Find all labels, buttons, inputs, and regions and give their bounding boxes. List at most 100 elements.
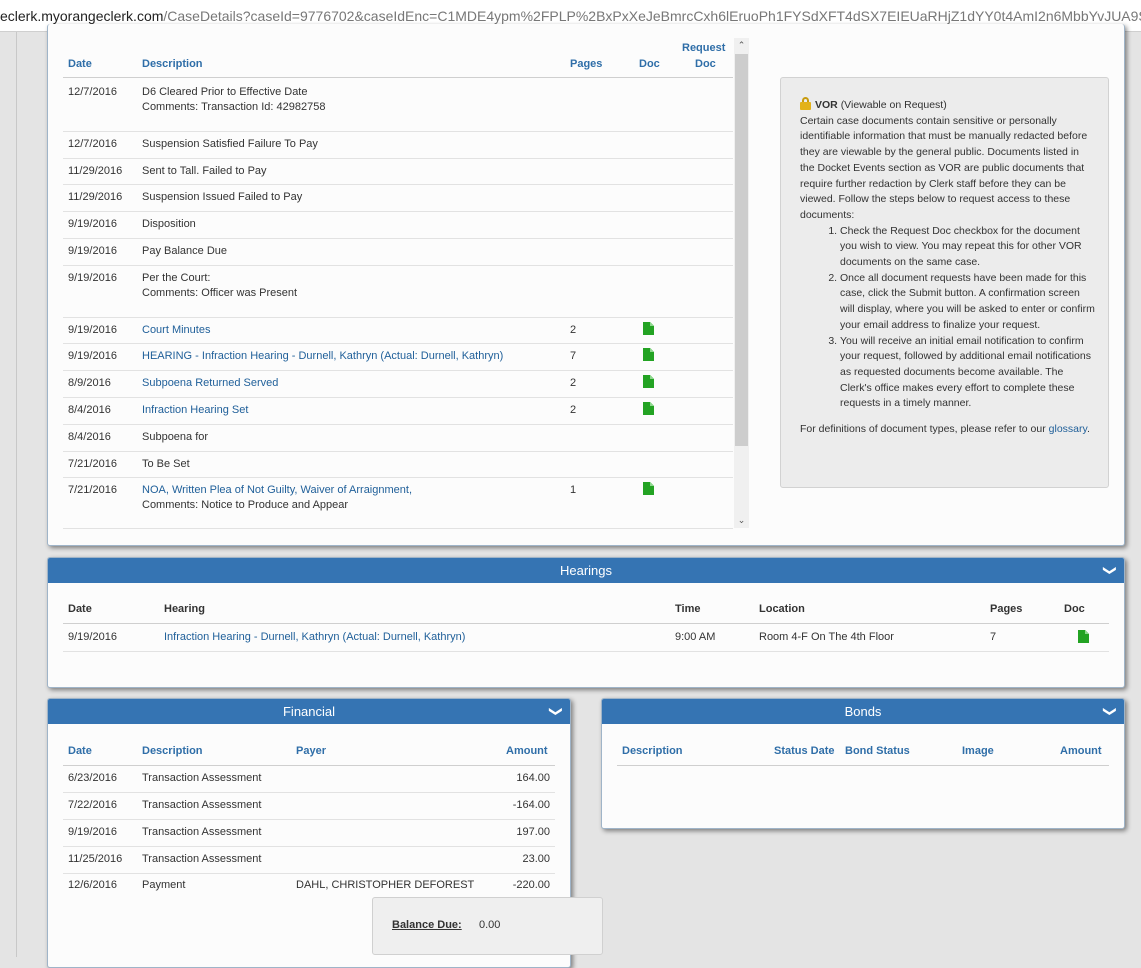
docket-date: 9/19/2016 [68, 218, 117, 230]
bonds-header-description[interactable]: Description [622, 745, 683, 757]
hearing-time: 9:00 AM [675, 631, 716, 643]
hearings-header-date[interactable]: Date [68, 603, 92, 615]
docket-date: 8/4/2016 [68, 431, 111, 443]
vor-info-box: VOR (Viewable on Request) Certain case d… [780, 77, 1109, 488]
financial-header-date[interactable]: Date [68, 745, 92, 757]
financial-description: Payment [142, 879, 186, 891]
scroll-up-arrow-icon[interactable]: ⌃ [734, 38, 749, 53]
balance-due-label: Balance Due: [392, 919, 462, 931]
hearings-header-hearing[interactable]: Hearing [164, 603, 205, 615]
docket-date: 9/19/2016 [68, 272, 117, 284]
glossary-link[interactable]: glossary [1049, 423, 1087, 435]
vor-title: VOR [815, 99, 838, 111]
docket-description: Suspension Issued Failed to Pay [142, 191, 303, 203]
hearing-pages: 7 [990, 631, 997, 643]
docket-date: 7/21/2016 [68, 458, 117, 470]
hearings-header[interactable]: Hearings ❯ [48, 558, 1124, 583]
hearings-title: Hearings [559, 563, 613, 578]
vor-title-line: VOR (Viewable on Request) [800, 97, 1096, 114]
financial-amount: 23.00 [522, 853, 550, 865]
chevron-down-icon[interactable]: ❯ [1098, 565, 1123, 576]
docket-description: D6 Cleared Prior to Effective Date [142, 86, 308, 98]
financial-amount: 164.00 [516, 772, 550, 784]
financial-header-description[interactable]: Description [142, 745, 203, 757]
vor-step: Once all document requests have been mad… [840, 271, 1096, 334]
financial-header-amount[interactable]: Amount [506, 745, 548, 757]
docket-pages: 2 [570, 324, 577, 336]
financial-header-payer[interactable]: Payer [296, 745, 326, 757]
scroll-thumb[interactable] [735, 54, 748, 446]
glossary-pre-text: For definitions of document types, pleas… [800, 423, 1046, 436]
url-path: /CaseDetails?caseId=9776702&caseIdEnc=C1… [163, 8, 1141, 24]
financial-header[interactable]: Financial ❯ [48, 699, 570, 724]
docket-pages: 2 [570, 377, 577, 389]
financial-amount: -220.00 [512, 879, 550, 891]
financial-date: 9/19/2016 [68, 826, 117, 838]
page-left-border [16, 32, 17, 957]
vor-title-suffix: (Viewable on Request) [840, 99, 947, 111]
docket-scrollbar[interactable]: ⌃ ⌄ [734, 38, 749, 528]
row-divider [63, 238, 733, 239]
financial-date: 12/6/2016 [68, 879, 117, 891]
row-divider [63, 158, 733, 159]
bonds-header-status-date[interactable]: Status Date [774, 745, 835, 757]
row-divider [63, 873, 555, 874]
hearings-header-doc[interactable]: Doc [1064, 603, 1085, 615]
docket-description-link[interactable]: Subpoena Returned Served [142, 377, 278, 389]
row-divider [63, 477, 733, 478]
docket-description: Disposition [142, 218, 196, 230]
chevron-down-icon[interactable]: ❯ [544, 706, 569, 717]
vor-glossary-note: For definitions of document types, pleas… [800, 422, 1096, 438]
docket-description-link[interactable]: HEARING - Infraction Hearing - Durnell, … [142, 350, 503, 362]
balance-due-value: 0.00 [479, 919, 501, 931]
bonds-header-amount[interactable]: Amount [1060, 745, 1102, 757]
row-divider [63, 451, 733, 452]
docket-header-date[interactable]: Date [68, 58, 92, 70]
financial-payer: DAHL, CHRISTOPHER DEFOREST [296, 879, 475, 891]
docket-header-pages[interactable]: Pages [570, 58, 602, 70]
hearings-header-location[interactable]: Location [759, 603, 805, 615]
docket-date: 11/29/2016 [68, 165, 123, 177]
row-divider [63, 397, 733, 398]
docket-header-request-doc[interactable]: Doc [695, 58, 716, 70]
docket-description-link[interactable]: Court Minutes [142, 324, 210, 336]
docket-header-request[interactable]: Request [682, 42, 725, 54]
financial-panel: Financial ❯ Balance Due: 0.00 [47, 698, 603, 968]
financial-description: Transaction Assessment [142, 772, 262, 784]
docket-description-link[interactable]: Infraction Hearing Set [142, 404, 248, 416]
docket-date: 8/9/2016 [68, 377, 111, 389]
docket-date: 9/19/2016 [68, 324, 117, 336]
bonds-header-bond-status[interactable]: Bond Status [845, 745, 910, 757]
row-divider [63, 211, 733, 212]
docket-comments: Comments: Transaction Id: 42982758 [142, 101, 326, 113]
bonds-header[interactable]: Bonds ❯ [602, 699, 1124, 724]
scroll-down-arrow-icon[interactable]: ⌄ [734, 513, 749, 528]
row-divider [63, 184, 733, 185]
docket-pages: 7 [570, 350, 577, 362]
financial-date: 6/23/2016 [68, 772, 117, 784]
financial-amount: 197.00 [516, 826, 550, 838]
row-divider [63, 846, 555, 847]
chevron-down-icon[interactable]: ❯ [1098, 706, 1123, 717]
financial-title: Financial [282, 704, 336, 719]
row-divider [63, 343, 733, 344]
financial-date: 7/22/2016 [68, 799, 117, 811]
hearings-header-pages[interactable]: Pages [990, 603, 1022, 615]
docket-date: 12/7/2016 [68, 138, 117, 150]
financial-date: 11/25/2016 [68, 853, 123, 865]
docket-header-description[interactable]: Description [142, 58, 203, 70]
bonds-header-image[interactable]: Image [962, 745, 994, 757]
vor-step: Check the Request Doc checkbox for the d… [840, 224, 1096, 271]
docket-comments: Comments: Officer was Present [142, 287, 298, 299]
hearings-row-rule [63, 651, 1109, 652]
hearings-header-rule [63, 623, 1109, 624]
docket-description: Per the Court: [142, 272, 211, 284]
docket-header-rule [63, 77, 733, 78]
vor-intro: Certain case documents contain sensitive… [800, 114, 1088, 221]
docket-header-doc[interactable]: Doc [639, 58, 660, 70]
docket-description-link[interactable]: NOA, Written Plea of Not Guilty, Waiver … [142, 484, 412, 496]
hearing-link[interactable]: Infraction Hearing - Durnell, Kathryn (A… [164, 631, 465, 643]
vor-step: You will receive an initial email notifi… [840, 334, 1096, 413]
hearings-header-time[interactable]: Time [675, 603, 700, 615]
row-divider [63, 131, 733, 132]
